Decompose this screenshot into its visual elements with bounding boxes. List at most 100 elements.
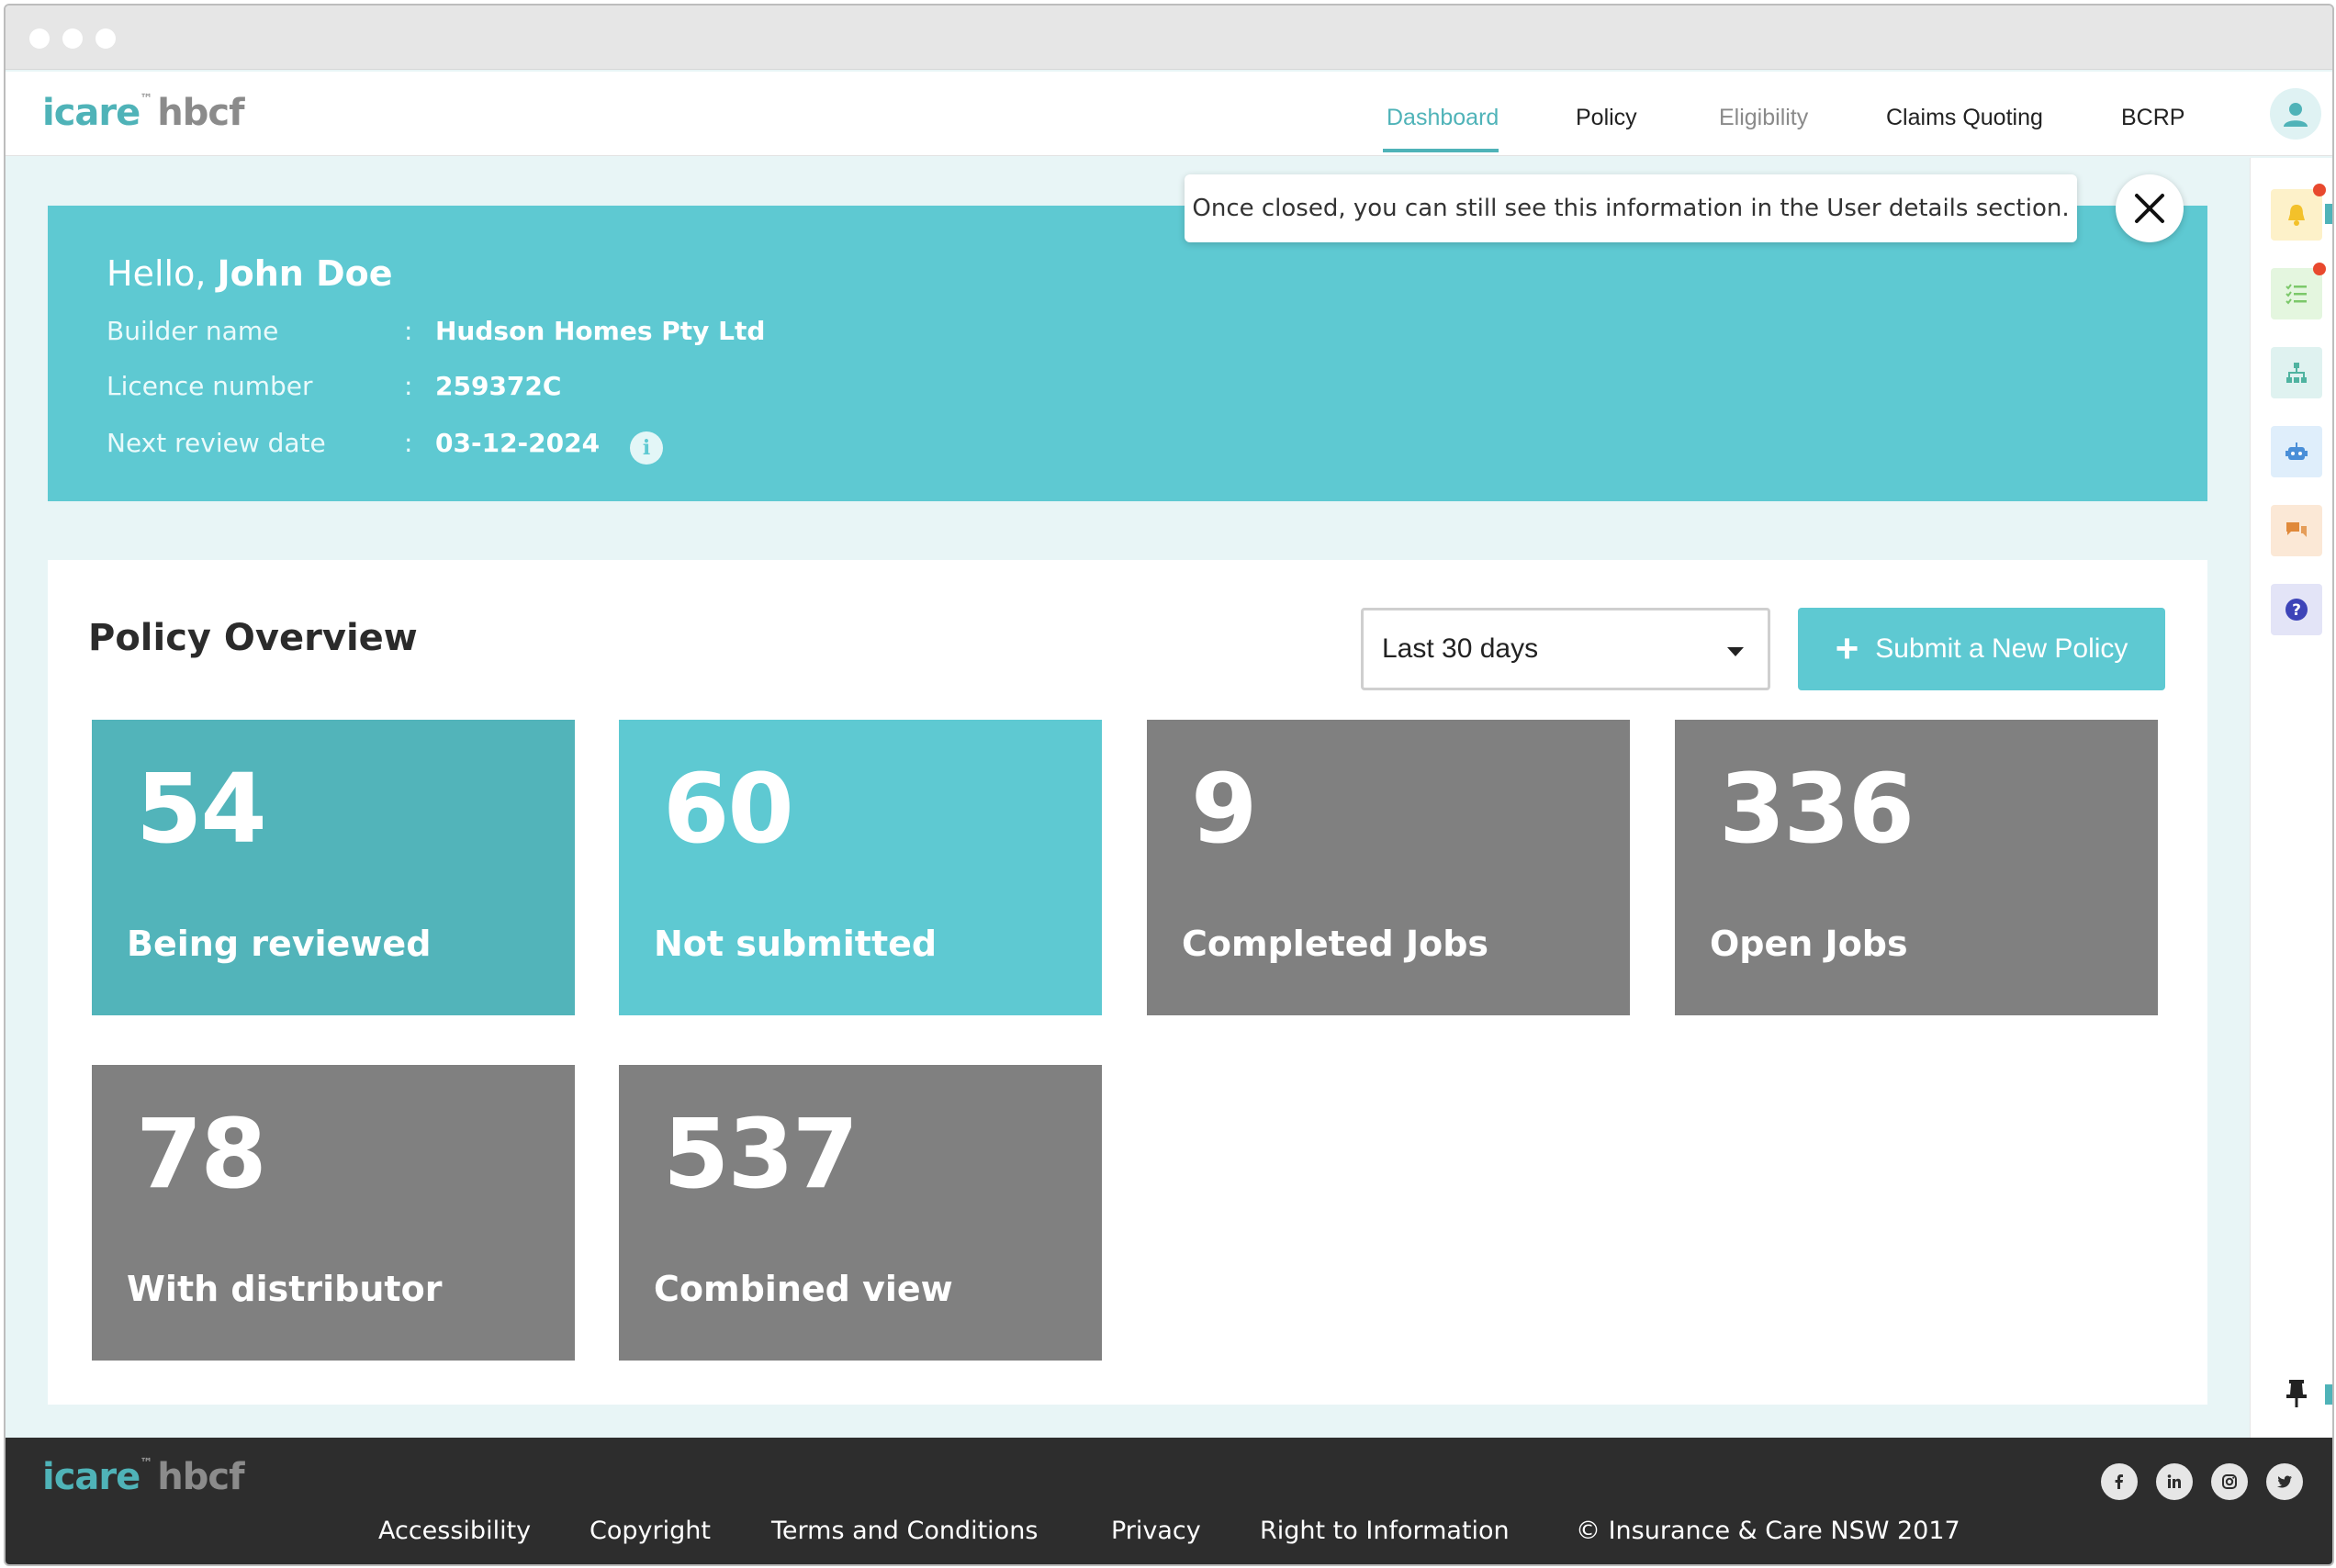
close-icon — [2135, 194, 2164, 223]
pin-sidebar-button[interactable] — [2271, 1368, 2322, 1419]
user-name: John Doe — [217, 253, 393, 294]
footer-link-accessibility[interactable]: Accessibility — [378, 1517, 531, 1545]
right-sidebar: ? — [2250, 158, 2332, 1439]
nav-active-underline — [1383, 149, 1499, 152]
instagram-button[interactable] — [2211, 1463, 2248, 1500]
greeting: Hello, John Doe — [107, 253, 393, 294]
footer-link-terms[interactable]: Terms and Conditions — [771, 1517, 1038, 1545]
logo-secondary-text: hbcf — [157, 92, 244, 134]
licence-number-label: Licence number — [107, 371, 313, 401]
twitter-button[interactable] — [2266, 1463, 2303, 1500]
sidebar-tab-marker — [2325, 204, 2332, 224]
window-close-dot[interactable] — [29, 28, 50, 49]
stat-label: Combined view — [654, 1269, 953, 1309]
info-icon[interactable]: i — [630, 431, 663, 465]
plus-icon: + — [1835, 626, 1859, 671]
logo-tm: ™ — [140, 92, 152, 106]
bell-icon — [2288, 205, 2305, 226]
top-navbar: icare™ hbcf Dashboard Policy Eligibility … — [6, 72, 2332, 156]
stat-value: 9 — [1191, 753, 1257, 865]
tasks-badge — [2313, 263, 2326, 275]
stat-card-completed-jobs[interactable]: 9 Completed Jobs — [1147, 720, 1630, 1015]
help-button[interactable]: ? — [2271, 584, 2322, 635]
logo-primary-text: icare — [42, 1456, 140, 1498]
window-maximize-dot[interactable] — [95, 28, 116, 49]
browser-window: icare™ hbcf Dashboard Policy Eligibility … — [4, 4, 2334, 1566]
notifications-button[interactable] — [2271, 184, 2326, 241]
page-footer: icare™ hbcf Accessibility Copyright Terms… — [6, 1438, 2332, 1564]
footer-link-copyright[interactable]: Copyright — [590, 1517, 711, 1545]
builder-name-label: Builder name — [107, 316, 279, 346]
stat-label: Completed Jobs — [1182, 924, 1489, 964]
nav-dashboard[interactable]: Dashboard — [1387, 105, 1499, 131]
window-minimize-dot[interactable] — [62, 28, 83, 49]
footer-link-privacy[interactable]: Privacy — [1111, 1517, 1201, 1545]
icare-logo[interactable]: icare™ hbcf — [42, 92, 245, 134]
next-review-value: 03-12-2024 — [435, 428, 601, 458]
logo-primary-text: icare — [42, 92, 140, 134]
chevron-down-icon — [1727, 647, 1744, 656]
tooltip-text: Once closed, you can still see this info… — [1192, 195, 2070, 222]
stat-label: Open Jobs — [1710, 924, 1908, 964]
logo-tm: ™ — [140, 1456, 152, 1471]
stat-label: Being reviewed — [127, 924, 432, 964]
nav-bcrp[interactable]: BCRP — [2121, 105, 2184, 131]
twitter-icon — [2277, 1475, 2292, 1488]
robot-icon — [2285, 442, 2308, 460]
nav-claims-quoting[interactable]: Claims Quoting — [1886, 105, 2043, 131]
facebook-icon — [2115, 1474, 2123, 1489]
sidebar-tab-marker — [2325, 1384, 2332, 1405]
assistant-button[interactable] — [2271, 426, 2322, 477]
footer-copyright: © Insurance & Care NSW 2017 — [1576, 1517, 1960, 1545]
instagram-icon — [2222, 1474, 2237, 1489]
svg-text:?: ? — [2292, 601, 2301, 620]
window-titlebar — [6, 6, 2332, 70]
user-avatar-button[interactable] — [2270, 88, 2321, 140]
chat-icon — [2286, 522, 2307, 537]
separator: : — [404, 428, 413, 458]
linkedin-icon — [2167, 1474, 2181, 1488]
checklist-icon — [2285, 284, 2307, 305]
facebook-button[interactable] — [2101, 1463, 2138, 1500]
footer-link-right-to-information[interactable]: Right to Information — [1260, 1517, 1510, 1545]
help-icon: ? — [2285, 599, 2308, 621]
policy-overview-panel: Policy Overview Last 30 days + Submit a … — [48, 560, 2207, 1405]
stat-card-not-submitted[interactable]: 60 Not submitted — [619, 720, 1102, 1015]
linkedin-button[interactable] — [2156, 1463, 2193, 1500]
stat-label: Not submitted — [654, 924, 938, 964]
footer-icare-logo[interactable]: icare™ hbcf — [42, 1456, 245, 1498]
nav-policy[interactable]: Policy — [1576, 105, 1637, 131]
separator: : — [404, 316, 413, 346]
sitemap-icon — [2286, 363, 2307, 383]
date-range-select[interactable]: Last 30 days — [1361, 608, 1770, 690]
org-structure-button[interactable] — [2271, 347, 2322, 398]
stat-card-with-distributor[interactable]: 78 With distributor — [92, 1065, 575, 1361]
stat-value: 336 — [1719, 753, 1915, 865]
stat-value: 78 — [136, 1098, 267, 1210]
submit-new-policy-button[interactable]: + Submit a New Policy — [1798, 608, 2165, 690]
close-tooltip-button[interactable] — [2116, 174, 2184, 242]
policy-overview-title: Policy Overview — [88, 617, 418, 659]
stat-value: 60 — [663, 753, 794, 865]
info-tooltip: Once closed, you can still see this info… — [1185, 174, 2077, 242]
tasks-button[interactable] — [2271, 263, 2326, 319]
user-icon — [2284, 103, 2308, 127]
stat-value: 54 — [136, 753, 267, 865]
logo-secondary-text: hbcf — [157, 1456, 244, 1498]
chat-button[interactable] — [2271, 505, 2322, 556]
date-range-value: Last 30 days — [1382, 633, 1539, 664]
stat-card-being-reviewed[interactable]: 54 Being reviewed — [92, 720, 575, 1015]
stat-value: 537 — [663, 1098, 859, 1210]
nav-eligibility[interactable]: Eligibility — [1719, 105, 1808, 131]
greeting-text: Hello, — [107, 253, 207, 294]
pin-icon — [2286, 1380, 2307, 1407]
stat-label: With distributor — [127, 1269, 443, 1309]
notification-badge — [2313, 184, 2326, 196]
separator: : — [404, 371, 413, 401]
builder-name-value: Hudson Homes Pty Ltd — [435, 316, 766, 346]
welcome-banner: Hello, John Doe Builder name : Hudson Ho… — [48, 206, 2207, 501]
licence-number-value: 259372C — [435, 371, 562, 401]
submit-button-label: Submit a New Policy — [1875, 633, 2128, 664]
stat-card-open-jobs[interactable]: 336 Open Jobs — [1675, 720, 2158, 1015]
stat-card-combined-view[interactable]: 537 Combined view — [619, 1065, 1102, 1361]
